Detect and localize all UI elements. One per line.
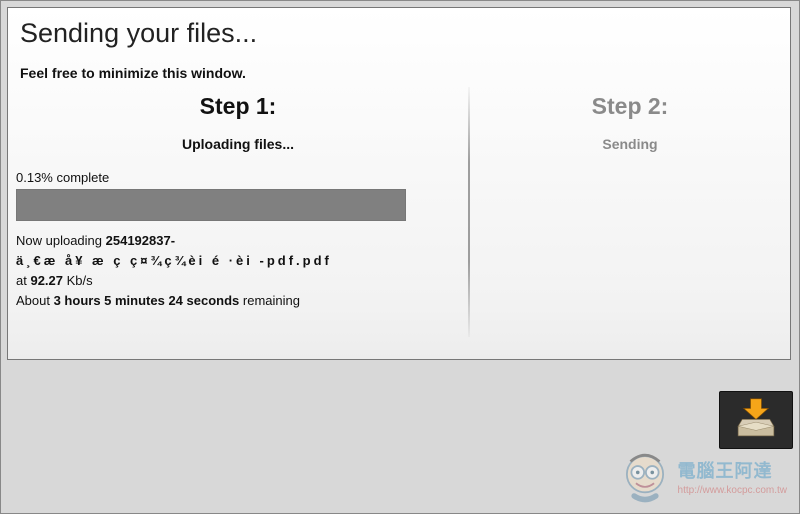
rate-prefix: at xyxy=(16,273,30,288)
upload-percent-label: 0.13% complete xyxy=(16,170,456,185)
dialog-subtitle: Feel free to minimize this window. xyxy=(8,55,790,85)
upload-filename-id: 254192837- xyxy=(106,233,175,248)
watermark-text: 電腦王阿達 http://www.kocpc.com.tw xyxy=(678,457,787,496)
dialog-title: Sending your files... xyxy=(8,8,790,55)
step-2-title: Step 2: xyxy=(482,93,778,120)
watermark-mascot-icon xyxy=(616,447,674,505)
upload-info: Now uploading 254192837- ä¸€æ å¥ æ ç ç¤¾… xyxy=(16,231,456,312)
step-2-subtitle: Sending xyxy=(482,136,778,152)
upload-filename: ä¸€æ å¥ æ ç ç¤¾ç¾èi é ·èi -pdf.pdf xyxy=(16,253,332,268)
watermark: 電腦王阿達 http://www.kocpc.com.tw xyxy=(616,447,787,505)
now-uploading-label: Now uploading xyxy=(16,233,106,248)
step-2-panel: Step 2: Sending xyxy=(470,85,790,345)
download-box-icon xyxy=(734,396,778,445)
download-widget-button[interactable] xyxy=(719,391,793,449)
upload-progress-bar xyxy=(16,189,406,221)
remaining-prefix: About xyxy=(16,293,54,308)
watermark-url: http://www.kocpc.com.tw xyxy=(678,485,787,496)
step-1-title: Step 1: xyxy=(20,93,456,120)
steps-container: Step 1: Uploading files... 0.13% complet… xyxy=(8,85,790,345)
upload-dialog: Sending your files... Feel free to minim… xyxy=(7,7,791,360)
page-root: Sending your files... Feel free to minim… xyxy=(0,0,800,514)
upload-progress-fill xyxy=(17,190,405,220)
upload-remaining: 3 hours 5 minutes 24 seconds xyxy=(54,293,240,308)
upload-rate: 92.27 xyxy=(30,273,63,288)
watermark-title: 電腦王阿達 xyxy=(678,457,787,483)
remaining-suffix: remaining xyxy=(239,293,300,308)
rate-unit: Kb/s xyxy=(63,273,93,288)
step-1-panel: Step 1: Uploading files... 0.13% complet… xyxy=(8,85,468,345)
step-1-subtitle: Uploading files... xyxy=(20,136,456,152)
